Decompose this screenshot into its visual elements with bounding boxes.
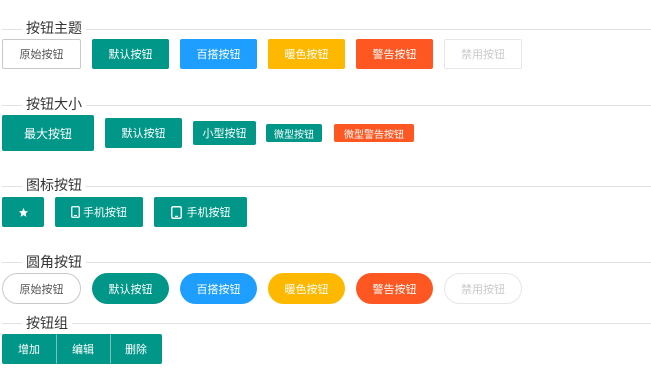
star-icon-button[interactable] bbox=[2, 197, 44, 227]
theme-warm-button[interactable]: 暖色按钮 bbox=[268, 39, 345, 69]
phone-button-2-label: 手机按钮 bbox=[186, 206, 231, 219]
radius-title: 圆角按钮 bbox=[22, 255, 86, 271]
radius-danger-button[interactable]: 警告按钮 bbox=[356, 273, 433, 304]
theme-danger-button[interactable]: 警告按钮 bbox=[356, 39, 433, 69]
phone-button-2[interactable]: 手机按钮 bbox=[154, 197, 247, 227]
radius-disabled-button: 禁用按钮 bbox=[444, 273, 522, 304]
theme-original-button[interactable]: 原始按钮 bbox=[2, 39, 81, 69]
radius-warm-button[interactable]: 暖色按钮 bbox=[268, 273, 345, 304]
theme-disabled-button: 禁用按钮 bbox=[444, 39, 522, 69]
theme-default-button[interactable]: 默认按钮 bbox=[92, 39, 169, 69]
size-title: 按钮大小 bbox=[22, 97, 86, 113]
radius-original-button[interactable]: 原始按钮 bbox=[2, 273, 81, 304]
star-icon bbox=[18, 207, 29, 218]
theme-normal-button[interactable]: 百搭按钮 bbox=[180, 39, 257, 69]
size-mini-danger-button[interactable]: 微型警告按钮 bbox=[334, 124, 414, 142]
mobile-icon bbox=[71, 206, 80, 218]
radius-default-button[interactable]: 默认按钮 bbox=[92, 273, 169, 304]
size-large-button[interactable]: 最大按钮 bbox=[2, 115, 94, 151]
phone-button-1-label: 手机按钮 bbox=[83, 206, 127, 219]
size-small-button[interactable]: 小型按钮 bbox=[193, 121, 256, 145]
icon-title: 图标按钮 bbox=[22, 178, 86, 194]
radius-divider bbox=[2, 262, 651, 263]
delete-button[interactable]: 删除 bbox=[110, 334, 162, 364]
icon-divider bbox=[2, 186, 651, 187]
radius-normal-button[interactable]: 百搭按钮 bbox=[180, 273, 257, 304]
size-mini-button[interactable]: 微型按钮 bbox=[266, 124, 322, 142]
group-divider bbox=[2, 323, 651, 324]
size-default-button[interactable]: 默认按钮 bbox=[105, 118, 182, 148]
theme-title: 按钮主题 bbox=[22, 21, 86, 37]
phone-button-1[interactable]: 手机按钮 bbox=[55, 197, 143, 227]
size-divider bbox=[2, 105, 651, 106]
add-button[interactable]: 增加 bbox=[2, 334, 56, 364]
edit-button[interactable]: 编辑 bbox=[56, 334, 110, 364]
theme-divider bbox=[2, 29, 651, 30]
button-group: 增加 编辑 删除 bbox=[2, 334, 162, 364]
group-title: 按钮组 bbox=[22, 316, 72, 332]
tablet-icon bbox=[170, 205, 182, 219]
